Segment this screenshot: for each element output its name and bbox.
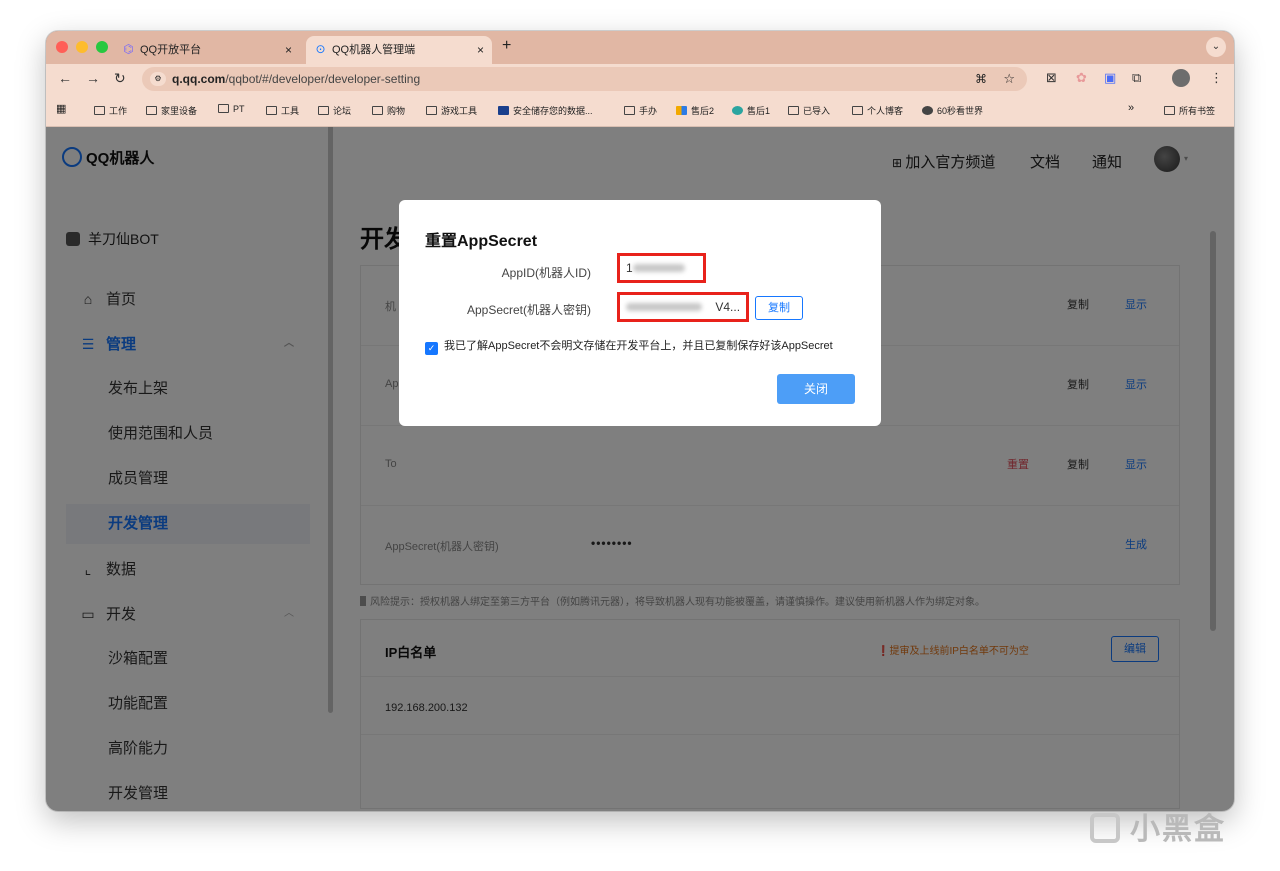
reset-appsecret-dialog: 重置AppSecret AppID(机器人ID) 1 AppSecret(机器人…: [399, 200, 881, 426]
profile-avatar-icon[interactable]: [1172, 69, 1190, 87]
bookmark-star-icon[interactable]: ☆: [1003, 67, 1015, 91]
bookmark-folder[interactable]: 游戏工具: [426, 104, 477, 117]
copy-secret-button[interactable]: 复制: [755, 296, 803, 320]
acknowledge-checkbox[interactable]: ✓ 我已了解AppSecret不会明文存储在开发平台上，并且已复制保存好该AppS…: [425, 337, 833, 355]
appsecret-field[interactable]: V4...: [617, 292, 749, 322]
watermark: 小黑盒: [1090, 804, 1226, 848]
bookmark-link[interactable]: 售后2: [676, 104, 714, 117]
bookmark-folder[interactable]: 购物: [372, 104, 405, 117]
url-path: /qqbot/#/developer/developer-setting: [225, 72, 421, 86]
apps-grid-icon[interactable]: ▦: [56, 102, 66, 115]
reload-icon[interactable]: ↻: [114, 70, 126, 87]
tab-label: QQ机器人管理端: [332, 44, 416, 56]
appid-label: AppID(机器人ID): [501, 266, 591, 280]
extension-blue-icon[interactable]: ▣: [1104, 70, 1116, 86]
folder-icon: [146, 106, 157, 115]
bookmark-link[interactable]: 60秒看世界: [922, 104, 983, 117]
folder-icon: [426, 106, 437, 115]
bookmark-folder[interactable]: 已导入: [788, 104, 830, 117]
folder-icon: [852, 106, 863, 115]
folder-icon: [624, 106, 635, 115]
more-bookmarks-button[interactable]: »: [1128, 102, 1134, 114]
url-host: q.qq.com: [172, 72, 226, 86]
redacted-value: [626, 303, 702, 311]
more-menu-icon[interactable]: ⋮: [1210, 70, 1223, 86]
lock-box-icon: [498, 106, 509, 115]
maximize-window-button[interactable]: [96, 41, 108, 53]
bookmark-folder[interactable]: 家里设备: [146, 104, 197, 117]
translate-icon[interactable]: ⌘: [975, 67, 987, 91]
tab-label: QQ开放平台: [140, 44, 202, 56]
tab-qq-bot-admin[interactable]: ⊙ QQ机器人管理端 ×: [306, 36, 492, 64]
back-arrow-icon[interactable]: ←: [58, 70, 72, 86]
bookmark-folder[interactable]: 工作: [94, 104, 127, 117]
checkmark-icon: ✓: [425, 342, 438, 355]
bookmark-link[interactable]: 售后1: [732, 104, 770, 117]
app-store-icon: [732, 106, 743, 115]
extension-screenshot-icon[interactable]: ⊠: [1046, 70, 1057, 86]
tab-bar: ⌬ QQ开放平台 × ⊙ QQ机器人管理端 × + ⌄: [46, 31, 1234, 64]
close-tab-icon[interactable]: ×: [477, 36, 484, 64]
redacted-value: [632, 264, 685, 272]
close-tab-icon[interactable]: ×: [285, 36, 292, 64]
qq-open-icon: ⌬: [123, 42, 134, 56]
appsecret-label: AppSecret(机器人密钥): [466, 303, 591, 317]
folder-icon: [372, 106, 383, 115]
appid-field[interactable]: 1: [617, 253, 706, 283]
tab-search-chevron-icon[interactable]: ⌄: [1206, 37, 1226, 57]
dialog-title: 重置AppSecret: [425, 233, 538, 250]
new-tab-button[interactable]: +: [502, 37, 511, 55]
folder-icon: [1164, 106, 1175, 115]
folder-icon: [318, 106, 329, 115]
forward-arrow-icon[interactable]: →: [86, 70, 100, 86]
bookmark-folder[interactable]: 工具: [266, 104, 299, 117]
extension-flower-icon[interactable]: ✿: [1076, 70, 1087, 86]
minimize-window-button[interactable]: [76, 41, 88, 53]
close-button[interactable]: 关闭: [777, 374, 855, 404]
grid-color-icon: [676, 106, 687, 115]
bookmarks-bar: ▦ 工作 家里设备 PT 工具 论坛 购物 游戏工具 安全储存您的数据... 手…: [46, 94, 1234, 127]
folder-icon: [218, 104, 229, 113]
bookmark-folder[interactable]: 个人博客: [852, 104, 903, 117]
extensions-puzzle-icon[interactable]: ⧉: [1132, 70, 1141, 86]
site-info-icon[interactable]: ⚙: [150, 72, 166, 86]
qq-bot-icon: ⊙: [315, 42, 326, 56]
cat-icon: [922, 106, 933, 115]
folder-icon: [266, 106, 277, 115]
bookmark-folder[interactable]: 手办: [624, 104, 657, 117]
bookmark-folder[interactable]: PT: [218, 104, 245, 114]
all-bookmarks-folder[interactable]: 所有书签: [1164, 104, 1215, 117]
watermark-logo-icon: [1090, 813, 1120, 843]
folder-icon: [788, 106, 799, 115]
folder-icon: [94, 106, 105, 115]
browser-window: ⌬ QQ开放平台 × ⊙ QQ机器人管理端 × + ⌄ ← → ↻ ⚙ q.qq…: [46, 31, 1234, 811]
tab-qq-open-platform[interactable]: ⌬ QQ开放平台 ×: [114, 36, 300, 64]
address-toolbar: ← → ↻ ⚙ q.qq.com/qqbot/#/developer/devel…: [46, 64, 1234, 94]
close-window-button[interactable]: [56, 41, 68, 53]
bookmark-folder[interactable]: 论坛: [318, 104, 351, 117]
bookmark-link[interactable]: 安全储存您的数据...: [498, 104, 593, 117]
address-bar[interactable]: ⚙ q.qq.com/qqbot/#/developer/developer-s…: [142, 67, 1027, 91]
